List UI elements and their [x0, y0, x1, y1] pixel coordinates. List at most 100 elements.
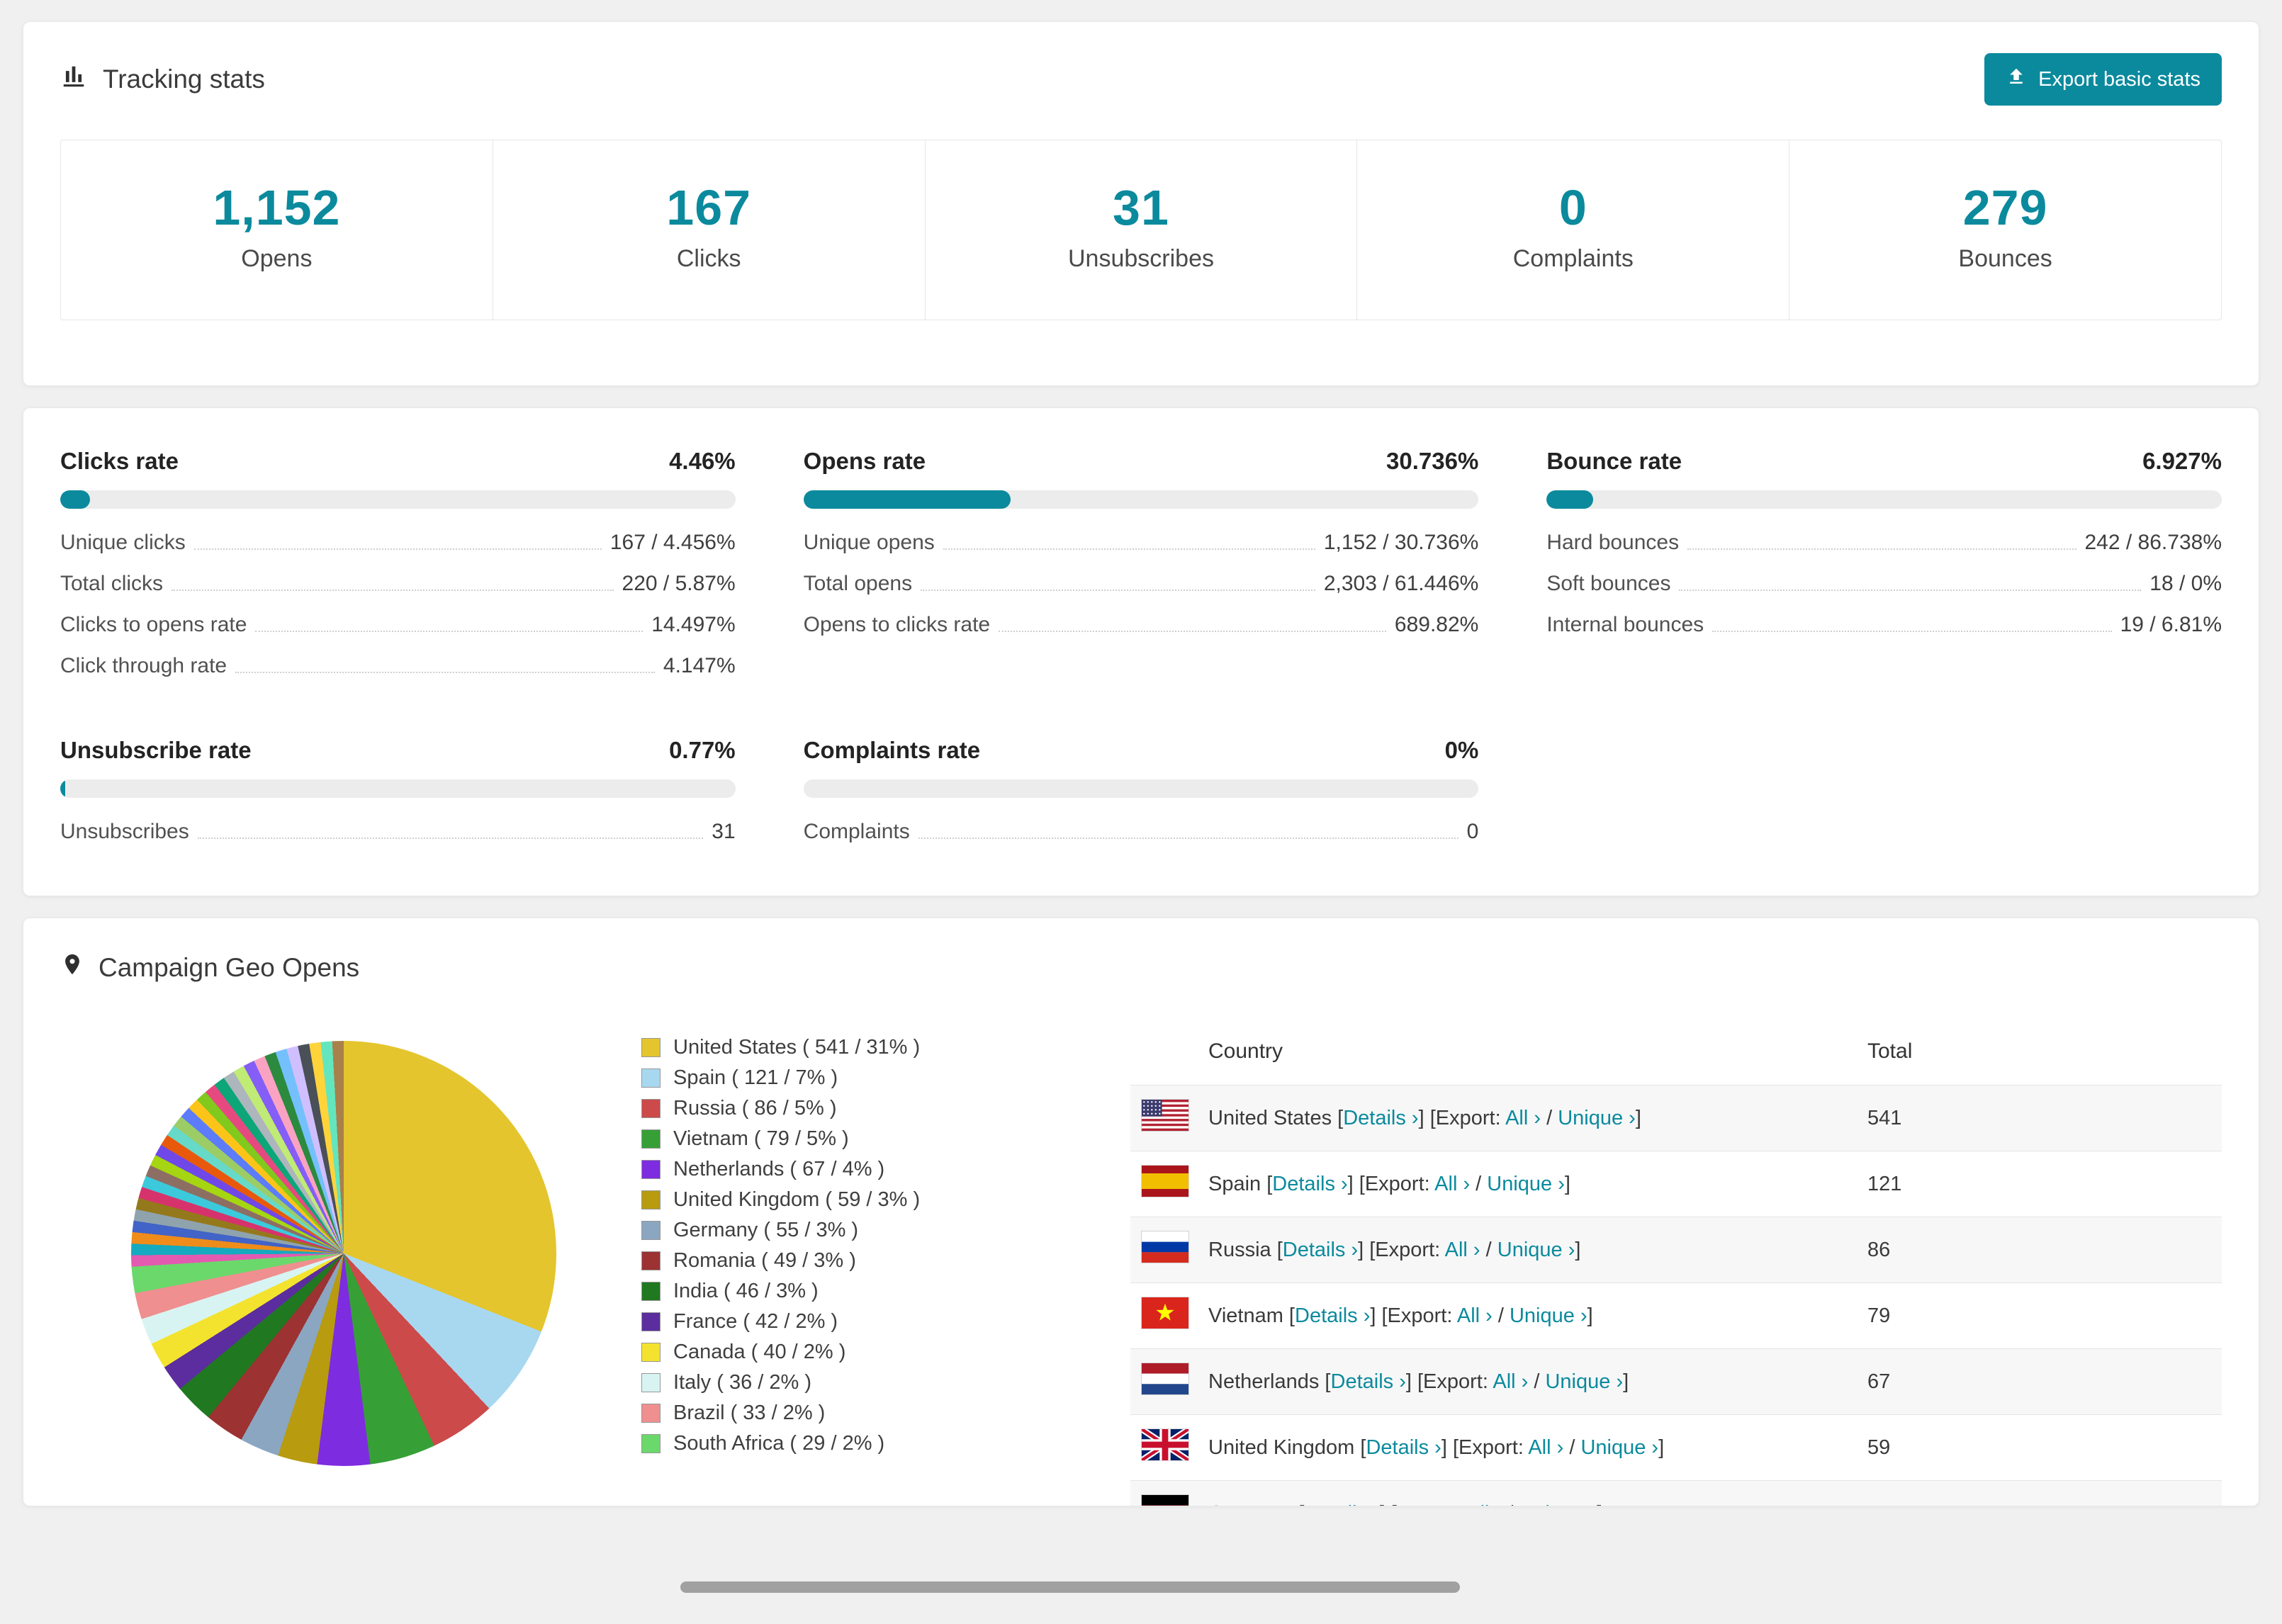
export-button-label: Export basic stats: [2038, 67, 2200, 91]
rate-heading: Complaints rate 0%: [804, 737, 1479, 764]
legend-swatch: [641, 1434, 661, 1453]
progress-bar-fill: [1546, 490, 1594, 509]
country-row-united-states: United States [Details ›] [Export: All ›…: [1130, 1085, 2222, 1151]
country-cell: United States [Details ›] [Export: All ›…: [1208, 1106, 1641, 1129]
country-row-spain: Spain [Details ›] [Export: All › / Uniqu…: [1130, 1151, 2222, 1217]
rate-stat-value: 242 / 86.738%: [2084, 531, 2222, 554]
details-link[interactable]: Details ›: [1304, 1502, 1379, 1506]
stat-label: Complaints: [1512, 245, 1634, 272]
export-basic-stats-button[interactable]: Export basic stats: [1984, 53, 2222, 106]
stat-card-bounces: 279 Bounces: [1789, 140, 2221, 320]
legend-item-romania: Romania ( 49 / 3% ): [641, 1246, 1130, 1276]
rate-stat-label: Opens to clicks rate: [803, 613, 991, 636]
country-name: Russia: [1208, 1238, 1271, 1261]
export-all-link[interactable]: All ›: [1466, 1502, 1502, 1506]
flag-es-icon: [1141, 1165, 1189, 1197]
map-pin-icon: [60, 952, 84, 983]
rate-stat-value: 689.82%: [1394, 613, 1479, 636]
tracking-stats-title-group: Tracking stats: [60, 63, 265, 96]
progress-bar: [60, 779, 736, 798]
country-name: United States: [1208, 1106, 1332, 1129]
country-total: 67: [1867, 1370, 1891, 1393]
flag-cell: [1130, 1283, 1208, 1349]
legend-item-united-kingdom: United Kingdom ( 59 / 3% ): [641, 1185, 1130, 1215]
export-all-link[interactable]: All ›: [1528, 1436, 1563, 1459]
legend-swatch: [641, 1251, 661, 1270]
country-name: Spain: [1208, 1172, 1261, 1195]
details-link[interactable]: Details ›: [1366, 1436, 1441, 1459]
export-all-link[interactable]: All ›: [1505, 1107, 1541, 1129]
country-row-netherlands: Netherlands [Details ›] [Export: All › /…: [1130, 1348, 2222, 1415]
country-row-vietnam: Vietnam [Details ›] [Export: All › / Uni…: [1130, 1283, 2222, 1349]
legend-label: India ( 46 / 3% ): [673, 1280, 819, 1302]
legend-swatch: [641, 1373, 661, 1392]
export-unique-link[interactable]: Unique ›: [1519, 1502, 1597, 1506]
rate-stat-value: 0: [1466, 820, 1479, 843]
dotted-leader: [999, 631, 1386, 632]
rate-stat-label: Clicks to opens rate: [60, 613, 247, 636]
export-all-link[interactable]: All ›: [1445, 1239, 1480, 1261]
legend-swatch: [641, 1129, 661, 1149]
legend-swatch: [641, 1312, 661, 1331]
dotted-leader: [235, 672, 655, 673]
rate-stat-value: 220 / 5.87%: [622, 572, 736, 595]
rate-stat-label: Click through rate: [60, 654, 227, 677]
country-row-russia: Russia [Details ›] [Export: All › / Uniq…: [1130, 1217, 2222, 1283]
rate-stat-row: Opens to clicks rate 689.82%: [804, 611, 1479, 639]
country-cell: United Kingdom [Details ›] [Export: All …: [1208, 1436, 1665, 1459]
country-cell: Russia [Details ›] [Export: All › / Uniq…: [1208, 1238, 1581, 1261]
country-name: Germany: [1208, 1502, 1293, 1506]
rate-stat-value: 19 / 6.81%: [2120, 613, 2222, 636]
country-column-header: Country: [1208, 1022, 1867, 1086]
legend-swatch: [641, 1068, 661, 1088]
country-cell: Germany [Details ›] [Export: All › / Uni…: [1208, 1481, 1867, 1506]
stat-label: Opens: [241, 245, 313, 272]
details-link[interactable]: Details ›: [1272, 1173, 1347, 1195]
stat-label: Unsubscribes: [1068, 245, 1214, 272]
total-column-header: Total: [1867, 1022, 2222, 1086]
progress-bar: [803, 779, 1479, 798]
legend-swatch: [641, 1099, 661, 1118]
export-unique-link[interactable]: Unique ›: [1497, 1239, 1575, 1261]
export-unique-link[interactable]: Unique ›: [1510, 1304, 1587, 1327]
rate-stat-label: Internal bounces: [1546, 613, 1704, 636]
country-row-united-kingdom: United Kingdom [Details ›] [Export: All …: [1130, 1415, 2222, 1481]
legend-swatch: [641, 1038, 661, 1057]
legend-label: United Kingdom ( 59 / 3% ): [673, 1188, 921, 1211]
export-all-link[interactable]: All ›: [1457, 1304, 1493, 1327]
geo-opens-header: Campaign Geo Opens: [60, 952, 2222, 983]
rate-title: Clicks rate: [60, 448, 179, 474]
section-title: Campaign Geo Opens: [99, 952, 360, 982]
progress-bar-fill: [60, 779, 66, 798]
export-unique-link[interactable]: Unique ›: [1580, 1436, 1658, 1459]
rate-title: Bounce rate: [1546, 448, 1682, 474]
export-unique-link[interactable]: Unique ›: [1545, 1370, 1623, 1393]
details-link[interactable]: Details ›: [1331, 1370, 1406, 1393]
flag-column-header: [1130, 1022, 1208, 1086]
stat-label: Clicks: [676, 245, 741, 272]
stat-value: 1,152: [213, 180, 341, 235]
horizontal-scrollbar[interactable]: [680, 1581, 1460, 1593]
legend-label: South Africa ( 29 / 2% ): [673, 1432, 885, 1455]
rate-stat-label: Soft bounces: [1546, 572, 1671, 595]
geo-pie-chart: [131, 1041, 556, 1466]
export-all-link[interactable]: All ›: [1434, 1173, 1470, 1195]
export-all-link[interactable]: All ›: [1493, 1370, 1528, 1393]
flag-nl-icon: [1141, 1363, 1189, 1395]
export-unique-link[interactable]: Unique ›: [1487, 1173, 1565, 1195]
stat-label: Bounces: [1958, 245, 2052, 272]
details-link[interactable]: Details ›: [1343, 1107, 1418, 1129]
tracking-stats-header: Tracking stats Export basic stats: [60, 53, 2222, 106]
rate-percent: 30.736%: [1386, 448, 1479, 474]
flag-cell: [1130, 1481, 1208, 1506]
export-icon: [2006, 66, 2027, 93]
export-unique-link[interactable]: Unique ›: [1558, 1107, 1636, 1129]
stat-card-unsubscribes: 31 Unsubscribes: [924, 140, 1357, 320]
details-link[interactable]: Details ›: [1283, 1239, 1358, 1261]
flag-ru-icon: [1141, 1231, 1189, 1263]
rate-stat-label: Unsubscribes: [60, 820, 189, 843]
rate-stat-row: Clicks to opens rate 14.497%: [60, 611, 736, 639]
legend-label: United States ( 541 / 31% ): [673, 1036, 921, 1059]
details-link[interactable]: Details ›: [1295, 1304, 1370, 1327]
legend-item-france: France ( 42 / 2% ): [641, 1307, 1130, 1337]
